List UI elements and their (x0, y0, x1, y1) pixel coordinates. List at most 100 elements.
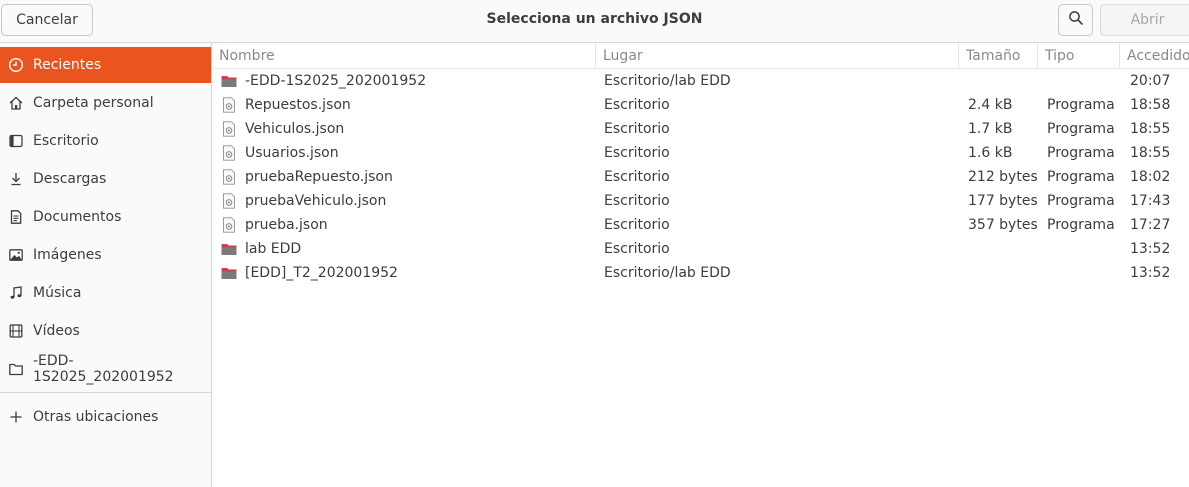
file-name: [EDD]_T2_202001952 (245, 265, 398, 281)
file-name: Usuarios.json (245, 145, 339, 161)
sidebar-item-label: Otras ubicaciones (33, 409, 159, 425)
file-name: lab EDD (245, 241, 302, 257)
home-icon (8, 95, 24, 111)
file-size: 1.6 kB (968, 145, 1013, 161)
sidebar-item-label: Documentos (33, 209, 122, 225)
sidebar-item-escritorio[interactable]: Escritorio (0, 123, 211, 159)
file-row[interactable]: Usuarios.json Escritorio 1.6 kB Programa 18:… (212, 141, 1189, 165)
sidebar-item-documentos[interactable]: Documentos (0, 199, 211, 235)
folder-icon (8, 361, 24, 377)
image-icon (8, 247, 24, 263)
clock-icon (8, 57, 24, 73)
header-bar: Cancelar Selecciona un archivo JSON Abri… (0, 0, 1189, 43)
file-size: 2.4 kB (968, 97, 1013, 113)
file-accessed: 13:52 (1130, 241, 1171, 257)
file-row[interactable]: -EDD-1S2025_202001952 Escritorio/lab EDD 2… (212, 69, 1189, 93)
file-location: Escritorio (604, 217, 670, 233)
music-icon (8, 285, 24, 301)
sidebar-item-carpeta-personal[interactable]: Carpeta personal (0, 85, 211, 121)
file-accessed: 18:58 (1130, 97, 1171, 113)
file-size: 1.7 kB (968, 121, 1013, 137)
file-row[interactable]: Vehiculos.json Escritorio 1.7 kB Programa 18… (212, 117, 1189, 141)
file-name: Vehiculos.json (245, 121, 345, 137)
file-list: Nombre Lugar Tamaño Tipo Accedido -EDD-1… (212, 43, 1189, 487)
sidebar-item-otras-ubicaciones[interactable]: Otras ubicaciones (0, 399, 211, 435)
sidebar-separator (0, 392, 211, 393)
file-location: Escritorio (604, 169, 670, 185)
file-accessed: 18:02 (1130, 169, 1171, 185)
column-header-tamano[interactable]: Tamaño (959, 43, 1038, 69)
file-name: -EDD-1S2025_202001952 (245, 73, 427, 89)
column-header-tipo[interactable]: Tipo (1038, 43, 1120, 69)
file-size: 177 bytes (968, 193, 1038, 209)
file-type: Programa (1047, 169, 1115, 185)
sidebar-item-label: -EDD-1S2025_202001952 (33, 353, 174, 385)
file-name: pruebaVehiculo.json (245, 193, 387, 209)
search-button[interactable] (1058, 4, 1093, 36)
open-button[interactable]: Abrir (1100, 4, 1189, 36)
column-header-nombre[interactable]: Nombre (212, 43, 596, 69)
json-file-icon (221, 121, 237, 137)
folder-icon (221, 241, 237, 257)
file-name: pruebaRepuesto.json (245, 169, 393, 185)
file-size: 357 bytes (968, 217, 1038, 233)
plus-icon (8, 409, 24, 425)
file-accessed: 18:55 (1130, 145, 1171, 161)
sidebar-item-label: Música (33, 285, 82, 301)
download-icon (8, 171, 24, 187)
file-location: Escritorio (604, 121, 670, 137)
dialog-title: Selecciona un archivo JSON (486, 11, 703, 27)
file-location: Escritorio (604, 193, 670, 209)
sidebar-item-imagenes[interactable]: Imágenes (0, 237, 211, 273)
places-sidebar: Recientes Carpeta personal Escritorio De… (0, 43, 212, 487)
file-row[interactable]: pruebaVehiculo.json Escritorio 177 bytes Pr… (212, 189, 1189, 213)
sidebar-item-edd-folder[interactable]: -EDD-1S2025_202001952 (0, 351, 211, 387)
sidebar-item-recientes[interactable]: Recientes (0, 47, 211, 83)
sidebar-item-label: Carpeta personal (33, 95, 154, 111)
sidebar-item-label: Vídeos (33, 323, 80, 339)
document-icon (8, 209, 24, 225)
file-type: Programa (1047, 97, 1115, 113)
file-type: Programa (1047, 217, 1115, 233)
sidebar-item-musica[interactable]: Música (0, 275, 211, 311)
folder-icon (221, 73, 237, 89)
file-name: prueba.json (245, 217, 328, 233)
file-location: Escritorio (604, 145, 670, 161)
json-file-icon (221, 193, 237, 209)
file-accessed: 17:43 (1130, 193, 1171, 209)
file-location: Escritorio/lab EDD (604, 73, 731, 89)
sidebar-item-label: Escritorio (33, 133, 99, 149)
sidebar-item-label: Recientes (33, 57, 102, 73)
column-header-accedido[interactable]: Accedido (1120, 43, 1189, 69)
sidebar-item-label: Descargas (33, 171, 107, 187)
file-type: Programa (1047, 193, 1115, 209)
file-location: Escritorio/lab EDD (604, 265, 731, 281)
file-row[interactable]: prueba.json Escritorio 357 bytes Programa 17… (212, 213, 1189, 237)
video-icon (8, 323, 24, 339)
column-header-lugar[interactable]: Lugar (596, 43, 959, 69)
file-row[interactable]: Repuestos.json Escritorio 2.4 kB Programa 18… (212, 93, 1189, 117)
search-icon (1068, 10, 1084, 30)
json-file-icon (221, 217, 237, 233)
file-location: Escritorio (604, 97, 670, 113)
sidebar-item-descargas[interactable]: Descargas (0, 161, 211, 197)
sidebar-item-videos[interactable]: Vídeos (0, 313, 211, 349)
file-accessed: 18:55 (1130, 121, 1171, 137)
file-location: Escritorio (604, 241, 670, 257)
desktop-icon (8, 133, 24, 149)
file-accessed: 20:07 (1130, 73, 1171, 89)
file-accessed: 17:27 (1130, 217, 1171, 233)
file-row[interactable]: lab EDD Escritorio 13:52 (212, 237, 1189, 261)
sidebar-item-label: Imágenes (33, 247, 102, 263)
folder-icon (221, 265, 237, 281)
json-file-icon (221, 169, 237, 185)
file-name: Repuestos.json (245, 97, 351, 113)
file-row[interactable]: pruebaRepuesto.json Escritorio 212 bytes Pr… (212, 165, 1189, 189)
file-type: Programa (1047, 121, 1115, 137)
json-file-icon (221, 145, 237, 161)
file-type: Programa (1047, 145, 1115, 161)
file-row[interactable]: [EDD]_T2_202001952 Escritorio/lab EDD 13:5… (212, 261, 1189, 285)
file-accessed: 13:52 (1130, 265, 1171, 281)
file-size: 212 bytes (968, 169, 1038, 185)
json-file-icon (221, 97, 237, 113)
